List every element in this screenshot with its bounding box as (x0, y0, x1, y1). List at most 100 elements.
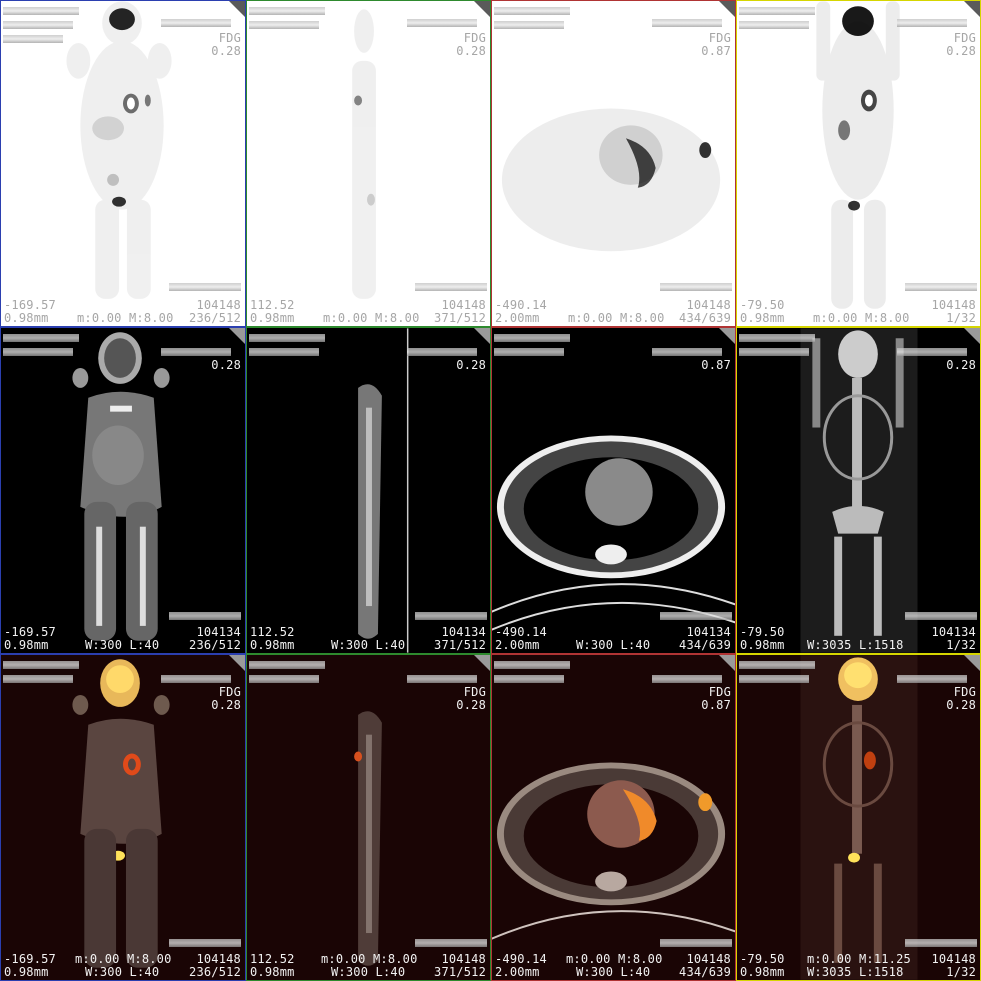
viewport-fusion-sagittal[interactable]: FDG 0.28 112.52 0.98mm m:0.00 M:8.00 W:3… (246, 654, 491, 981)
overlay-top-right: FDG 0.28 (946, 32, 976, 58)
slice-index: 434/639 (679, 638, 731, 652)
pet-window: m:0.00 M:8.00 (75, 952, 172, 966)
viewport-corner-marker[interactable] (474, 655, 490, 671)
viewport-corner-marker[interactable] (229, 328, 245, 344)
slice-index: 1/32 (946, 638, 976, 652)
overlay-bottom-right: 104148 434/639 (679, 953, 731, 979)
redacted-patient-info (3, 35, 63, 43)
pixel-spacing: 2.00mm (495, 965, 540, 979)
redacted-footer (905, 283, 977, 291)
slice-index: 434/639 (679, 965, 731, 979)
overlay-bottom-right: 104148 1/32 (931, 953, 976, 979)
viewport-fusion-mip[interactable]: FDG 0.28 -79.50 0.98mm m:0.00 M:11.25 W:… (736, 654, 981, 981)
series-number: 104148 (686, 298, 731, 312)
viewport-corner-marker[interactable] (229, 655, 245, 671)
series-number: 104148 (196, 298, 241, 312)
scale-value: 0.28 (456, 698, 486, 712)
overlay-bottom-right: 104148 1/32 (931, 299, 976, 325)
redacted-header (407, 348, 477, 356)
slice-index: 1/32 (946, 311, 976, 325)
viewport-corner-marker[interactable] (964, 1, 980, 17)
redacted-footer (415, 612, 487, 620)
viewport-pet-mip[interactable]: FDG 0.28 -79.50 0.98mm m:0.00 M:8.00 104… (736, 0, 981, 327)
window-level: m:0.00 M:8.00 (813, 311, 910, 325)
slice-index: 236/512 (189, 965, 241, 979)
redacted-header (407, 19, 477, 27)
viewport-fusion-coronal[interactable]: FDG 0.28 -169.57 0.98mm m:0.00 M:8.00 W:… (0, 654, 246, 981)
series-number: 104148 (441, 298, 486, 312)
slice-position: 112.52 (250, 952, 295, 966)
redacted-header (652, 19, 722, 27)
slice-position: 112.52 (250, 625, 295, 639)
overlay-bottom-right: 104148 371/512 (434, 953, 486, 979)
viewport-pet-sagittal[interactable]: FDG 0.28 112.52 0.98mm m:0.00 M:8.00 104… (246, 0, 491, 327)
pixel-spacing: 0.98mm (740, 638, 785, 652)
redacted-patient-info (739, 334, 815, 342)
series-number: 104134 (686, 625, 731, 639)
slice-index: 434/639 (679, 311, 731, 325)
pet-window: m:0.00 M:8.00 (566, 952, 663, 966)
series-number: 104134 (931, 625, 976, 639)
ct-window: W:300 L:40 (576, 965, 651, 979)
pet-window: m:0.00 M:11.25 (807, 952, 911, 966)
tracer-label: FDG (218, 31, 241, 45)
viewport-pet-axial[interactable]: FDG 0.87 -490.14 2.00mm m:0.00 M:8.00 10… (491, 0, 736, 327)
scale-value: 0.28 (211, 358, 241, 372)
scale-value: 0.28 (211, 698, 241, 712)
viewport-fusion-axial[interactable]: FDG 0.87 -490.14 2.00mm m:0.00 M:8.00 W:… (491, 654, 736, 981)
slice-index: 371/512 (434, 638, 486, 652)
series-number: 104148 (931, 952, 976, 966)
scale-value: 0.28 (456, 44, 486, 58)
window-level: m:0.00 M:8.00 (568, 311, 665, 325)
viewport-corner-marker[interactable] (719, 1, 735, 17)
viewport-corner-marker[interactable] (964, 328, 980, 344)
slice-position: -79.50 (740, 625, 785, 639)
ct-window: W:3035 L:1518 (807, 965, 904, 979)
viewport-corner-marker[interactable] (229, 1, 245, 17)
redacted-patient-info (3, 675, 73, 683)
viewport-pet-coronal[interactable]: FDG 0.28 -169.57 0.98mm m:0.00 M:8.00 10… (0, 0, 246, 327)
pixel-spacing: 0.98mm (250, 965, 295, 979)
viewport-ct-sagittal[interactable]: 0.28 112.52 0.98mm W:300 L:40 104134 371… (246, 327, 491, 654)
redacted-footer (905, 612, 977, 620)
redacted-header (161, 675, 231, 683)
viewport-ct-axial[interactable]: 0.87 -490.14 2.00mm W:300 L:40 104134 43… (491, 327, 736, 654)
redacted-patient-info (3, 348, 73, 356)
viewport-ct-mip[interactable]: 0.28 -79.50 0.98mm W:3035 L:1518 104134 … (736, 327, 981, 654)
redacted-patient-info (3, 21, 73, 29)
window-level: W:300 L:40 (85, 638, 160, 652)
viewport-ct-coronal[interactable]: 0.28 -169.57 0.98mm W:300 L:40 104134 23… (0, 327, 246, 654)
overlay-bottom-left: -169.57 0.98mm (4, 953, 56, 979)
fusion-mip-image (800, 655, 918, 980)
overlay-bottom-right: 104148 371/512 (434, 299, 486, 325)
redacted-patient-info (739, 348, 809, 356)
redacted-footer (660, 612, 732, 620)
pixel-spacing: 2.00mm (495, 638, 540, 652)
viewport-corner-marker[interactable] (719, 328, 735, 344)
overlay-top-right: FDG 0.28 (946, 686, 976, 712)
overlay-bottom-left: 112.52 0.98mm (250, 626, 295, 652)
tracer-label: FDG (708, 685, 731, 699)
ct-sagittal-image (358, 328, 409, 653)
overlay-bottom-left: 112.52 0.98mm (250, 299, 295, 325)
overlay-bottom-left: -490.14 2.00mm (495, 299, 547, 325)
pet-axial-image (501, 108, 721, 252)
redacted-patient-info (249, 21, 319, 29)
tracer-label: FDG (953, 31, 976, 45)
overlay-bottom-left: -490.14 2.00mm (495, 953, 547, 979)
slice-position: -490.14 (495, 952, 547, 966)
scale-value: 0.28 (211, 44, 241, 58)
viewport-corner-marker[interactable] (964, 655, 980, 671)
viewport-corner-marker[interactable] (719, 655, 735, 671)
viewport-corner-marker[interactable] (474, 1, 490, 17)
overlay-bottom-left: -79.50 0.98mm (740, 299, 785, 325)
series-number: 104148 (196, 952, 241, 966)
overlay-bottom-right: 104134 371/512 (434, 626, 486, 652)
viewport-grid: FDG 0.28 -169.57 0.98mm m:0.00 M:8.00 10… (0, 0, 981, 981)
slice-position: -79.50 (740, 952, 785, 966)
viewport-corner-marker[interactable] (474, 328, 490, 344)
redacted-footer (905, 939, 977, 947)
redacted-footer (660, 939, 732, 947)
redacted-header (652, 348, 722, 356)
scale-value: 0.87 (701, 44, 731, 58)
